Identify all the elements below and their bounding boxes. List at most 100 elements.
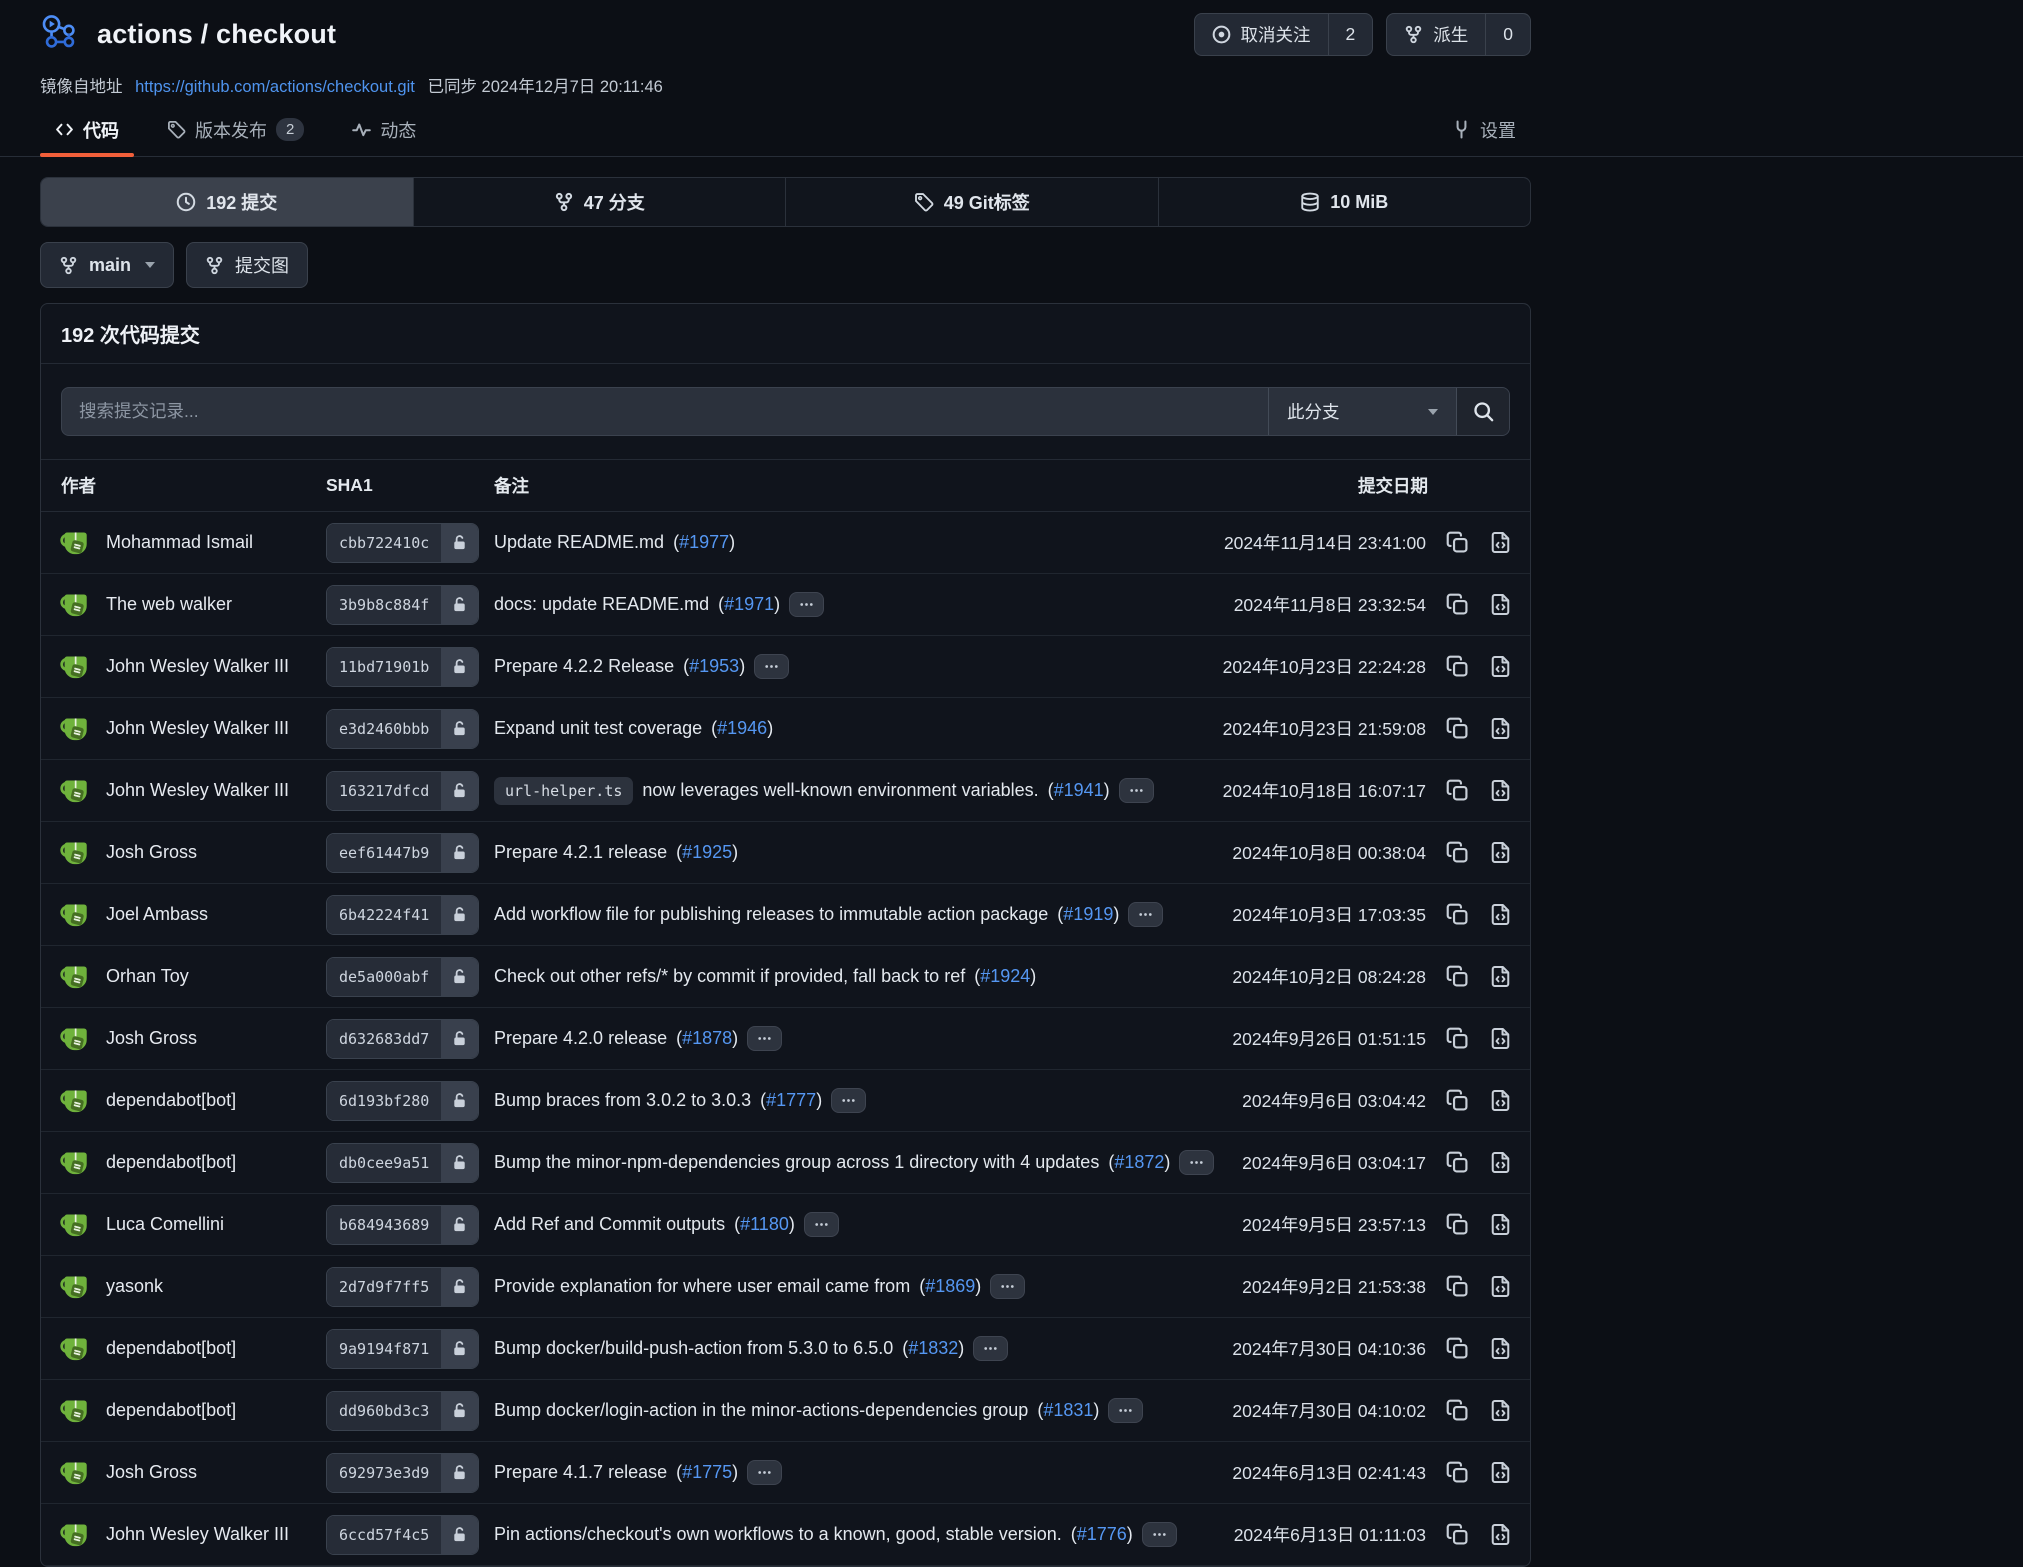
commit-author-name[interactable]: Joel Ambass <box>106 904 208 925</box>
commit-sha-badge[interactable]: 9a9194f871 <box>326 1329 479 1369</box>
browse-source-icon[interactable] <box>1489 1461 1512 1484</box>
tab-settings[interactable]: 设置 <box>1437 103 1531 156</box>
commit-author-name[interactable]: yasonk <box>106 1276 163 1297</box>
commit-message-link[interactable]: Prepare 4.1.7 release <box>494 1462 667 1483</box>
copy-sha-icon[interactable] <box>1446 1337 1469 1360</box>
commit-author-name[interactable]: Josh Gross <box>106 842 197 863</box>
copy-sha-icon[interactable] <box>1446 903 1469 926</box>
commit-message-link[interactable]: Check out other refs/* by commit if prov… <box>494 966 965 987</box>
search-commits-input[interactable] <box>62 388 1268 435</box>
expand-commit-button[interactable] <box>1179 1150 1214 1175</box>
commit-author-name[interactable]: John Wesley Walker III <box>106 718 289 739</box>
commit-author-name[interactable]: John Wesley Walker III <box>106 780 289 801</box>
fork-button[interactable]: 派生 <box>1387 14 1485 55</box>
copy-sha-icon[interactable] <box>1446 531 1469 554</box>
issue-link[interactable]: #1924 <box>980 966 1030 986</box>
commit-author-name[interactable]: Mohammad Ismail <box>106 532 253 553</box>
copy-sha-icon[interactable] <box>1446 1461 1469 1484</box>
copy-sha-icon[interactable] <box>1446 1151 1469 1174</box>
repo-title[interactable]: actions / checkout <box>97 19 336 50</box>
commit-message-link[interactable]: Pin actions/checkout's own workflows to … <box>494 1524 1062 1545</box>
issue-link[interactable]: #1872 <box>1114 1152 1164 1172</box>
browse-source-icon[interactable] <box>1489 1151 1512 1174</box>
tab-code[interactable]: 代码 <box>40 103 134 156</box>
browse-source-icon[interactable] <box>1489 779 1512 802</box>
forks-count[interactable]: 0 <box>1485 14 1530 55</box>
commit-author-name[interactable]: dependabot[bot] <box>106 1338 236 1359</box>
issue-link[interactable]: #1776 <box>1077 1524 1127 1544</box>
commit-sha-badge[interactable]: e3d2460bbb <box>326 709 479 749</box>
commit-author-name[interactable]: The web walker <box>106 594 232 615</box>
issue-link[interactable]: #1832 <box>908 1338 958 1358</box>
stat-tags[interactable]: 49 Git标签 <box>785 178 1158 226</box>
issue-link[interactable]: #1775 <box>682 1462 732 1482</box>
commit-message-link[interactable]: Add workflow file for publishing release… <box>494 904 1048 925</box>
expand-commit-button[interactable] <box>804 1212 839 1237</box>
commit-message-link[interactable]: Prepare 4.2.0 release <box>494 1028 667 1049</box>
commit-author-name[interactable]: Luca Comellini <box>106 1214 224 1235</box>
issue-link[interactable]: #1878 <box>682 1028 732 1048</box>
commit-message-link[interactable]: Add Ref and Commit outputs <box>494 1214 725 1235</box>
commit-sha-badge[interactable]: dd960bd3c3 <box>326 1391 479 1431</box>
commit-author-name[interactable]: dependabot[bot] <box>106 1090 236 1111</box>
commit-author-name[interactable]: Orhan Toy <box>106 966 189 987</box>
commit-message-link[interactable]: Bump braces from 3.0.2 to 3.0.3 <box>494 1090 751 1111</box>
commit-author-name[interactable]: Josh Gross <box>106 1028 197 1049</box>
branch-selector[interactable]: main <box>40 242 174 288</box>
commit-author-name[interactable]: Josh Gross <box>106 1462 197 1483</box>
expand-commit-button[interactable] <box>973 1336 1008 1361</box>
expand-commit-button[interactable] <box>754 654 789 679</box>
commit-sha-badge[interactable]: de5a000abf <box>326 957 479 997</box>
commit-author-name[interactable]: John Wesley Walker III <box>106 1524 289 1545</box>
copy-sha-icon[interactable] <box>1446 965 1469 988</box>
commit-sha-badge[interactable]: db0cee9a51 <box>326 1143 479 1183</box>
expand-commit-button[interactable] <box>1128 902 1163 927</box>
tab-activity[interactable]: 动态 <box>337 103 431 156</box>
expand-commit-button[interactable] <box>789 592 824 617</box>
issue-link[interactable]: #1977 <box>679 532 729 552</box>
commit-sha-badge[interactable]: 163217dfcd <box>326 771 479 811</box>
commit-sha-badge[interactable]: eef61447b9 <box>326 833 479 873</box>
commit-message-link[interactable]: Prepare 4.2.1 release <box>494 842 667 863</box>
copy-sha-icon[interactable] <box>1446 717 1469 740</box>
commit-sha-badge[interactable]: 6ccd57f4c5 <box>326 1515 479 1555</box>
commit-sha-badge[interactable]: 6d193bf280 <box>326 1081 479 1121</box>
copy-sha-icon[interactable] <box>1446 1523 1469 1546</box>
browse-source-icon[interactable] <box>1489 1275 1512 1298</box>
search-button[interactable] <box>1456 388 1509 435</box>
browse-source-icon[interactable] <box>1489 1399 1512 1422</box>
expand-commit-button[interactable] <box>1108 1398 1143 1423</box>
copy-sha-icon[interactable] <box>1446 841 1469 864</box>
issue-link[interactable]: #1946 <box>717 718 767 738</box>
watchers-count[interactable]: 2 <box>1328 14 1373 55</box>
expand-commit-button[interactable] <box>747 1026 782 1051</box>
copy-sha-icon[interactable] <box>1446 1275 1469 1298</box>
browse-source-icon[interactable] <box>1489 965 1512 988</box>
issue-link[interactable]: #1777 <box>766 1090 816 1110</box>
copy-sha-icon[interactable] <box>1446 655 1469 678</box>
issue-link[interactable]: #1919 <box>1063 904 1113 924</box>
commit-message-link[interactable]: Bump docker/login-action in the minor-ac… <box>494 1400 1028 1421</box>
issue-link[interactable]: #1971 <box>724 594 774 614</box>
commit-message-link[interactable]: Prepare 4.2.2 Release <box>494 656 674 677</box>
copy-sha-icon[interactable] <box>1446 779 1469 802</box>
browse-source-icon[interactable] <box>1489 841 1512 864</box>
commit-message-link[interactable]: Bump docker/build-push-action from 5.3.0… <box>494 1338 893 1359</box>
expand-commit-button[interactable] <box>747 1460 782 1485</box>
commit-sha-badge[interactable]: 11bd71901b <box>326 647 479 687</box>
browse-source-icon[interactable] <box>1489 1089 1512 1112</box>
browse-source-icon[interactable] <box>1489 593 1512 616</box>
stat-size[interactable]: 10 MiB <box>1158 178 1531 226</box>
expand-commit-button[interactable] <box>831 1088 866 1113</box>
commit-message-link[interactable]: Expand unit test coverage <box>494 718 702 739</box>
issue-link[interactable]: #1831 <box>1043 1400 1093 1420</box>
commit-sha-badge[interactable]: 6b42224f41 <box>326 895 479 935</box>
commit-author-name[interactable]: dependabot[bot] <box>106 1400 236 1421</box>
commit-author-name[interactable]: dependabot[bot] <box>106 1152 236 1173</box>
unwatch-button[interactable]: 取消关注 <box>1195 14 1328 55</box>
commit-author-name[interactable]: John Wesley Walker III <box>106 656 289 677</box>
commit-message-link[interactable]: docs: update README.md <box>494 594 709 615</box>
commit-sha-badge[interactable]: b684943689 <box>326 1205 479 1245</box>
issue-link[interactable]: #1925 <box>682 842 732 862</box>
copy-sha-icon[interactable] <box>1446 1213 1469 1236</box>
